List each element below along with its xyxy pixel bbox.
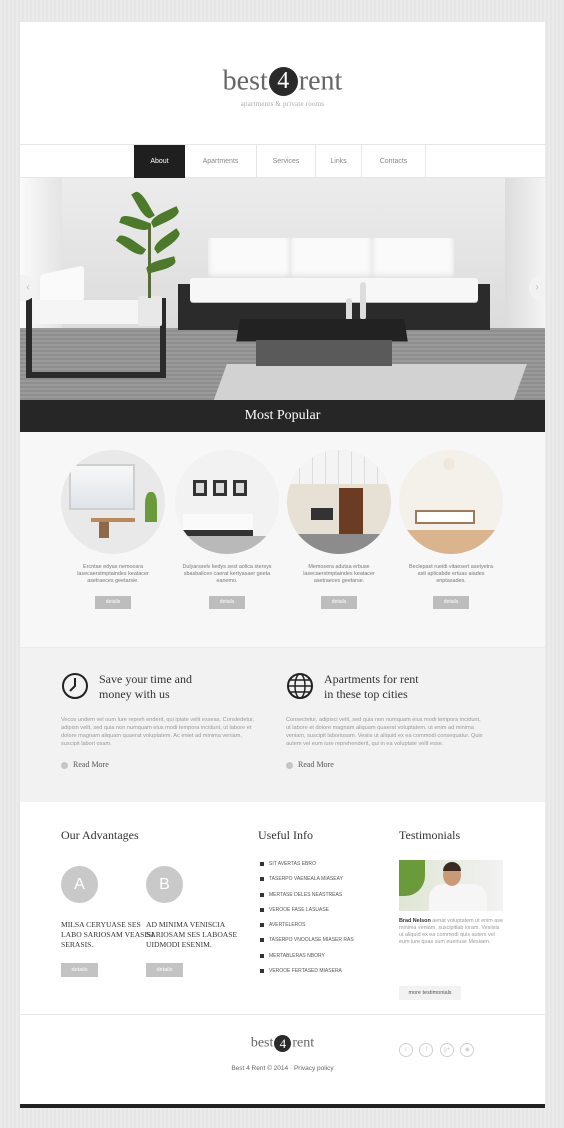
testimonial-text: Brad Nelson aenat voluptatem ut enim ase… bbox=[399, 918, 505, 946]
useful-link[interactable]: AVERTELEROS bbox=[258, 921, 383, 936]
advantage-letter-badge: B bbox=[146, 866, 183, 903]
popular-card: Memosera adutsa erbuse lasecaerstmptaind… bbox=[287, 450, 391, 609]
nav-item-services[interactable]: Services bbox=[257, 145, 316, 179]
advantage-text: MILSA CERYUASE SES LABO SARIOSAM VEASISI… bbox=[61, 920, 154, 949]
read-more-link[interactable]: Read More bbox=[61, 760, 109, 769]
popular-card-text: Beclepast rueidi vitaesert asetyetra ast… bbox=[409, 564, 493, 584]
clock-icon bbox=[62, 673, 88, 699]
popular-card-text: Ercntae edyas nemoosra lasecaerstmptaind… bbox=[77, 564, 149, 584]
main-nav: About Apartments Services Links Contacts bbox=[20, 144, 545, 179]
apartment-photo[interactable] bbox=[61, 450, 165, 554]
more-testimonials-button[interactable]: more testimonials bbox=[399, 986, 461, 1000]
advantages-title: Our Advantages bbox=[61, 828, 139, 842]
footer-logo-text-pre: best bbox=[250, 1035, 274, 1051]
footer-copyright: Best 4 Rent © 2014 · Privacy policy bbox=[231, 1065, 334, 1072]
features-section: Save your time and money with us Vecos u… bbox=[20, 647, 545, 802]
testimonials-title: Testimonials bbox=[399, 828, 461, 842]
useful-link[interactable]: TASERPO VNOOLASE MIASER RAS bbox=[258, 936, 383, 951]
privacy-policy-link[interactable]: Privacy policy bbox=[294, 1065, 334, 1072]
useful-link[interactable]: TASERPO VAENEALA MIASEAY bbox=[258, 875, 383, 890]
popular-card-text: Memosera adutsa erbuse lasecaerstmptaind… bbox=[303, 564, 375, 584]
bottom-section: Our Advantages A MILSA CERYUASE SES LABO… bbox=[20, 802, 545, 1012]
useful-links-list: SIT AVERTAS EBRO TASERPO VAENEALA MIASEA… bbox=[258, 860, 383, 982]
details-button[interactable]: details bbox=[61, 963, 98, 977]
feature-title: Save your time and money with us bbox=[99, 672, 192, 701]
apartment-photo[interactable] bbox=[287, 450, 391, 554]
details-button[interactable]: details bbox=[146, 963, 183, 977]
useful-link[interactable]: MERTASE DELES NEASTREAS bbox=[258, 891, 383, 906]
apartment-photo[interactable] bbox=[175, 450, 279, 554]
bullet-dot-icon bbox=[61, 761, 68, 769]
page: best 4 rent apartments & private rooms Abo… bbox=[20, 22, 545, 1108]
rss-icon[interactable]: ◉ bbox=[460, 1043, 475, 1057]
testimonial-photo bbox=[399, 860, 503, 911]
nav-item-about[interactable]: About bbox=[134, 145, 185, 179]
popular-card: Dulyarsselv kedys sest aolica stersys sb… bbox=[175, 450, 279, 609]
nav-item-links[interactable]: Links bbox=[316, 145, 362, 179]
advantage-item: B AD MINIMA VENISCIA SARIOSAM SES LABOAS… bbox=[146, 866, 237, 977]
facebook-icon[interactable]: f bbox=[419, 1043, 434, 1057]
social-links: t f g+ ◉ bbox=[399, 1038, 476, 1057]
details-button[interactable]: details bbox=[321, 596, 357, 609]
details-button[interactable]: details bbox=[95, 596, 131, 609]
popular-card: Beclepast rueidi vitaesert asetyetra ast… bbox=[399, 450, 503, 609]
hero-caption: Most Popular bbox=[20, 400, 545, 432]
advantage-text: AD MINIMA VENISCIA SARIOSAM SES LABOASE … bbox=[146, 920, 238, 949]
useful-link[interactable]: SIT AVERTAS EBRO bbox=[258, 860, 383, 875]
advantage-item: A MILSA CERYUASE SES LABO SARIOSAM VEASI… bbox=[61, 866, 154, 977]
hero-slider-image bbox=[20, 178, 545, 404]
popular-section: Ercntae edyas nemoosra lasecaerstmptaind… bbox=[20, 432, 545, 647]
popular-card-text: Dulyarsselv kedys sest aolica stersys sb… bbox=[182, 564, 272, 584]
useful-link[interactable]: VEROOE FASE LASUASE bbox=[258, 906, 383, 921]
nav-item-contacts[interactable]: Contacts bbox=[362, 145, 426, 179]
footer: best 4 rent Best 4 Rent © 2014 · Privacy p… bbox=[20, 1014, 545, 1108]
feature-title: Apartments for rent in these top cities bbox=[324, 672, 419, 701]
google-plus-icon[interactable]: g+ bbox=[439, 1043, 454, 1057]
logo-text-post: rent bbox=[298, 65, 343, 97]
nav-item-apartments[interactable]: Apartments bbox=[185, 145, 257, 179]
read-more-link[interactable]: Read More bbox=[286, 760, 334, 769]
advantage-letter-badge: A bbox=[61, 866, 98, 903]
details-button[interactable]: details bbox=[209, 596, 245, 609]
site-tagline: apartments & private rooms bbox=[240, 100, 325, 108]
apartment-photo[interactable] bbox=[399, 450, 503, 554]
useful-info-title: Useful Info bbox=[258, 828, 313, 842]
bullet-dot-icon bbox=[286, 761, 293, 769]
footer-logo-number-badge: 4 bbox=[274, 1035, 292, 1052]
feature-text: Vecos undem vel oum lure repreh enderit,… bbox=[61, 717, 255, 747]
footer-logo-text-post: rent bbox=[292, 1035, 315, 1051]
feature-text: Consectetur, adipisci velit, sed quia no… bbox=[286, 717, 483, 747]
popular-card: Ercntae edyas nemoosra lasecaerstmptaind… bbox=[61, 450, 165, 609]
site-logo[interactable]: best 4 rent bbox=[20, 64, 545, 98]
testimonial-author: Brad Nelson bbox=[399, 918, 431, 924]
globe-icon bbox=[287, 673, 313, 699]
logo-number-badge: 4 bbox=[268, 67, 298, 97]
useful-link[interactable]: VEROOE FERTASED MIASERA bbox=[258, 967, 383, 982]
logo-text-pre: best bbox=[222, 65, 268, 97]
twitter-icon[interactable]: t bbox=[399, 1043, 413, 1057]
useful-link[interactable]: MERTABLERAS NBORY bbox=[258, 952, 383, 967]
header: best 4 rent apartments & private rooms bbox=[20, 22, 545, 144]
details-button[interactable]: details bbox=[433, 596, 469, 609]
bottom-bar bbox=[20, 1104, 545, 1108]
